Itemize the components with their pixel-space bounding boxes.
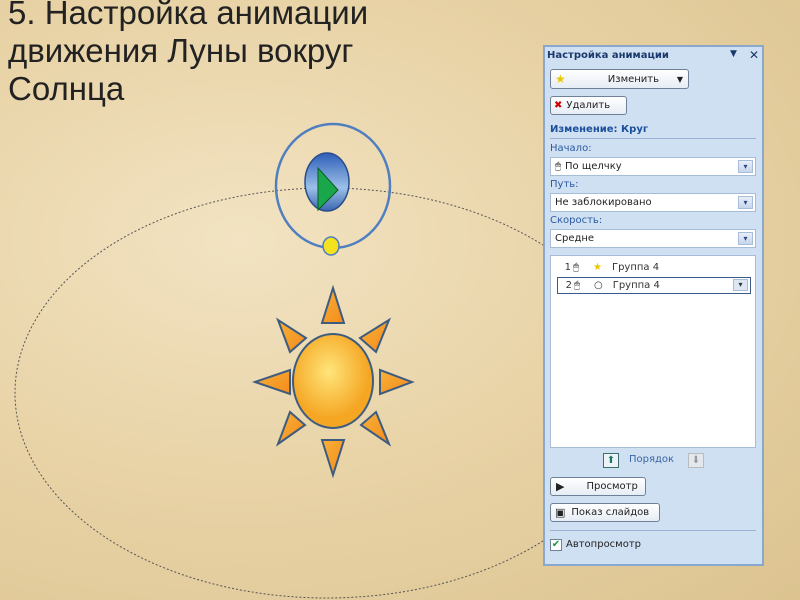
- chevron-down-icon[interactable]: ▾: [738, 196, 753, 209]
- list-item-selected[interactable]: 2 🖱 ○ Группа 4 ▾: [557, 277, 751, 294]
- list-item[interactable]: 1 🖱 ★ Группа 4: [557, 259, 751, 276]
- divider: [550, 138, 756, 139]
- slideshow-icon: ▣: [555, 506, 566, 519]
- pane-menu-icon[interactable]: ▼: [730, 49, 737, 59]
- delete-icon: ✖: [554, 100, 563, 111]
- path-value: Не заблокировано: [555, 197, 652, 208]
- close-icon[interactable]: ✕: [749, 48, 759, 62]
- mouse-icon: 🖱: [573, 262, 579, 273]
- speed-value: Средне: [555, 233, 595, 244]
- delete-button[interactable]: ✖ Удалить: [550, 96, 627, 115]
- autopreview-label: Автопросмотр: [566, 539, 642, 550]
- start-dropdown[interactable]: 🖱 По щелчку ▾: [550, 157, 756, 176]
- chevron-down-icon[interactable]: ▾: [738, 160, 753, 173]
- start-value: По щелчку: [565, 161, 622, 172]
- item-number: 2: [565, 280, 572, 291]
- mouse-icon: 🖱: [574, 280, 580, 291]
- speed-label: Скорость:: [550, 215, 603, 226]
- slideshow-label: Показ слайдов: [571, 507, 650, 518]
- effect-heading: Изменение: Круг: [550, 124, 649, 135]
- item-number: 1: [564, 262, 571, 273]
- change-button[interactable]: ★ Изменить ▼: [550, 69, 689, 89]
- item-name: Группа 4: [611, 262, 660, 273]
- move-down-icon[interactable]: ⬇: [688, 453, 704, 468]
- custom-animation-pane: Настройка анимации ▼ ✕ ★ Изменить ▼ ✖ Уд…: [543, 45, 764, 566]
- divider: [550, 530, 756, 531]
- autopreview-checkbox[interactable]: ✔: [550, 539, 562, 551]
- slideshow-button[interactable]: ▣ Показ слайдов: [550, 503, 660, 522]
- path-label: Путь:: [550, 179, 579, 190]
- dropdown-arrow-icon: ▼: [676, 74, 683, 84]
- speed-dropdown[interactable]: Средне ▾: [550, 229, 756, 248]
- animation-list[interactable]: 1 🖱 ★ Группа 4 2 🖱 ○ Группа 4 ▾: [550, 255, 756, 448]
- move-up-icon[interactable]: ⬆: [603, 453, 619, 468]
- preview-button[interactable]: ▶ Просмотр: [550, 477, 646, 496]
- start-label: Начало:: [550, 143, 592, 154]
- order-label: Порядок: [629, 454, 675, 465]
- moon-shape[interactable]: [322, 236, 340, 256]
- preview-label: Просмотр: [586, 481, 638, 492]
- circle-path-icon: ○: [594, 280, 603, 291]
- item-name: Группа 4: [612, 280, 660, 291]
- sun-shape: [251, 284, 415, 479]
- change-label: Изменить: [607, 73, 660, 85]
- star-icon: ★: [555, 72, 566, 86]
- star-icon: ★: [593, 262, 602, 273]
- delete-label: Удалить: [566, 100, 611, 111]
- play-icon: ▶: [556, 480, 565, 493]
- path-dropdown[interactable]: Не заблокировано ▾: [550, 193, 756, 212]
- mouse-icon: 🖱: [555, 161, 561, 172]
- chevron-down-icon[interactable]: ▾: [733, 279, 748, 291]
- chevron-down-icon[interactable]: ▾: [738, 232, 753, 245]
